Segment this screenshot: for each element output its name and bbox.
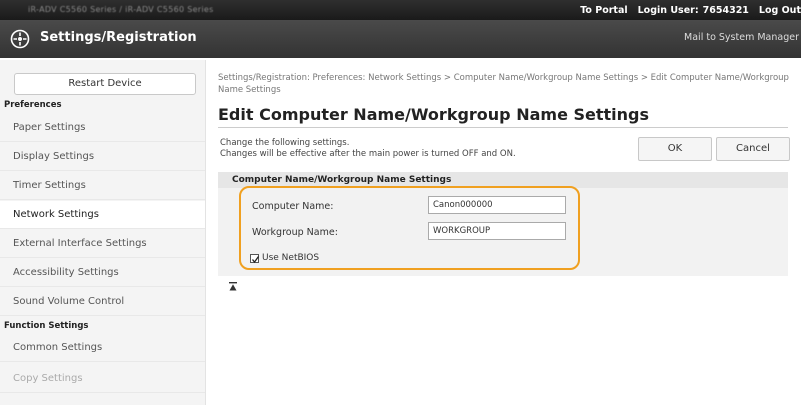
mail-to-system-manager-link[interactable]: Mail to System Manager bbox=[684, 32, 799, 43]
computer-name-input[interactable] bbox=[428, 196, 566, 214]
workgroup-name-input[interactable] bbox=[428, 222, 566, 240]
login-user-label: Login User: bbox=[637, 4, 699, 16]
sidebar-item-accessibility-settings[interactable]: Accessibility Settings bbox=[0, 259, 205, 287]
instructions-line-2: Changes will be effective after the main… bbox=[220, 149, 516, 159]
settings-registration-icon bbox=[10, 29, 30, 49]
ok-button[interactable]: OK bbox=[638, 137, 712, 161]
top-bar-links: To Portal Login User: 7654321 Log Out bbox=[580, 0, 801, 20]
login-user-id: 7654321 bbox=[702, 4, 749, 16]
sidebar-item-external-interface-settings[interactable]: External Interface Settings bbox=[0, 230, 205, 258]
computer-name-label: Computer Name: bbox=[252, 201, 334, 212]
page-header-title: Settings/Registration bbox=[40, 30, 197, 45]
sidebar-item-timer-settings[interactable]: Timer Settings bbox=[0, 172, 205, 200]
sidebar-heading-preferences: Preferences bbox=[4, 100, 62, 110]
restart-device-button[interactable]: Restart Device bbox=[14, 73, 196, 95]
title-divider bbox=[218, 127, 788, 128]
use-netbios-label: Use NetBIOS bbox=[262, 253, 320, 263]
workgroup-name-label: Workgroup Name: bbox=[252, 227, 338, 238]
logout-link[interactable]: Log Out bbox=[759, 5, 801, 16]
checkmark-icon bbox=[251, 256, 260, 264]
sidebar: Restart Device Preferences Paper Setting… bbox=[0, 60, 206, 405]
back-to-top-icon[interactable] bbox=[229, 282, 237, 291]
instructions-line-1: Change the following settings. bbox=[220, 138, 350, 148]
sidebar-item-paper-settings[interactable]: Paper Settings bbox=[0, 114, 205, 142]
sidebar-item-display-settings[interactable]: Display Settings bbox=[0, 143, 205, 171]
instructions: Change the following settings. Changes w… bbox=[220, 138, 516, 160]
sidebar-item-sound-volume-control[interactable]: Sound Volume Control bbox=[0, 288, 205, 316]
cancel-button[interactable]: Cancel bbox=[716, 137, 790, 161]
to-portal-link[interactable]: To Portal bbox=[580, 5, 627, 16]
sidebar-item-copy-settings[interactable]: Copy Settings bbox=[0, 365, 205, 393]
title-bar: Settings/Registration Mail to System Man… bbox=[0, 20, 801, 58]
sidebar-item-network-settings[interactable]: Network Settings bbox=[0, 201, 205, 229]
top-bar: iR-ADV C5560 Series / iR-ADV C5560 Serie… bbox=[0, 0, 801, 20]
sidebar-item-common-settings[interactable]: Common Settings bbox=[0, 334, 205, 362]
sidebar-heading-function-settings: Function Settings bbox=[4, 321, 89, 331]
use-netbios-checkbox[interactable] bbox=[250, 254, 260, 264]
page-title: Edit Computer Name/Workgroup Name Settin… bbox=[218, 105, 650, 124]
breadcrumb: Settings/Registration: Preferences: Netw… bbox=[218, 73, 789, 95]
device-name: iR-ADV C5560 Series / iR-ADV C5560 Serie… bbox=[28, 5, 214, 14]
